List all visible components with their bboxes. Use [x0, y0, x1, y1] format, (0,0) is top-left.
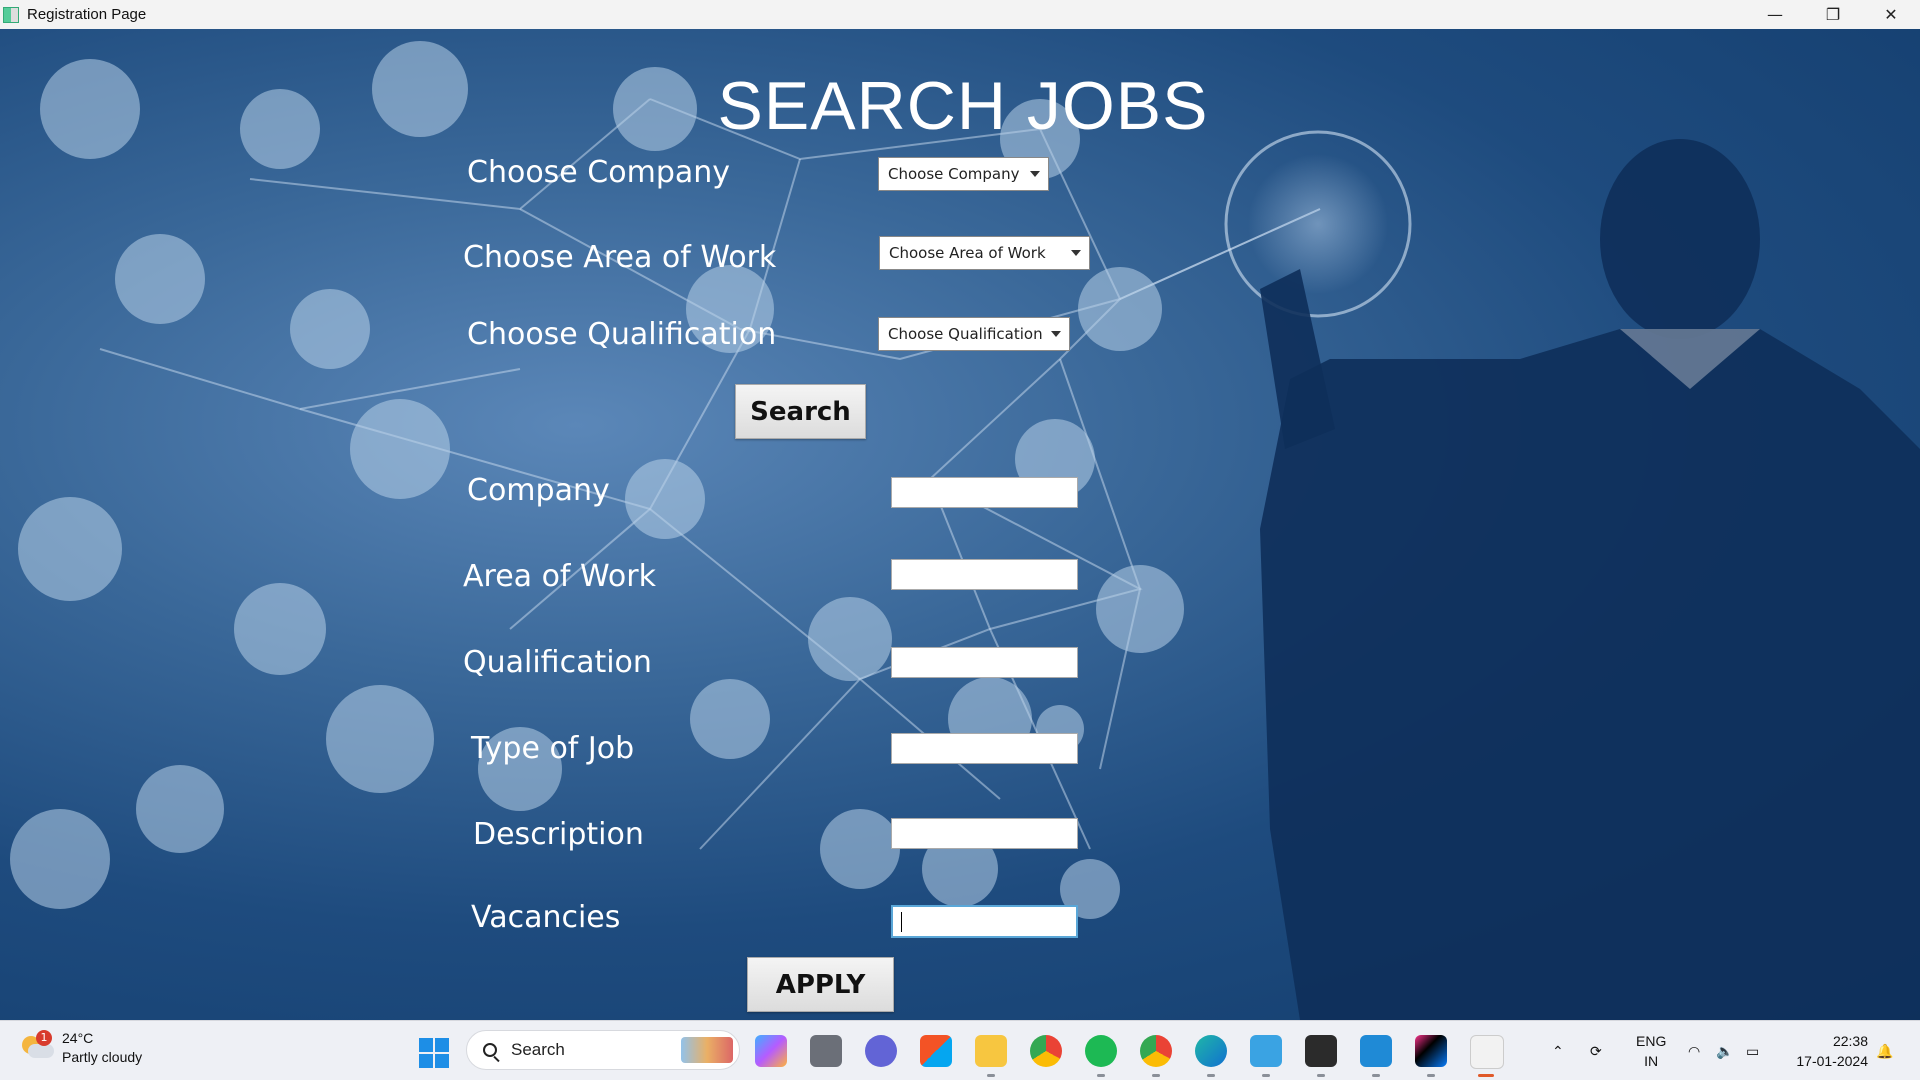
choose-company-label: Choose Company — [467, 155, 731, 190]
spotify-icon[interactable] — [1085, 1035, 1117, 1067]
apply-button[interactable]: APPLY — [747, 957, 894, 1012]
chevron-down-icon — [1030, 171, 1040, 177]
company-dropdown-value: Choose Company — [888, 165, 1020, 183]
ms-store-icon[interactable] — [920, 1035, 952, 1067]
choose-area-label: Choose Area of Work — [463, 240, 777, 275]
clock-time: 22:38 — [1832, 1033, 1868, 1049]
volume-icon[interactable]: 🔈 — [1716, 1021, 1733, 1080]
company-dropdown[interactable]: Choose Company — [878, 157, 1049, 191]
description-label: Description — [473, 817, 644, 852]
chevron-down-icon — [1051, 331, 1061, 337]
system-clock[interactable]: 22:38 17-01-2024 — [1796, 1031, 1868, 1071]
vacancies-field[interactable] — [891, 905, 1078, 938]
qualification-dropdown[interactable]: Choose Qualification — [878, 317, 1070, 351]
vacancies-label: Vacancies — [471, 900, 621, 935]
chrome-icon[interactable] — [1030, 1035, 1062, 1067]
notifications-icon[interactable]: 🔔 — [1876, 1021, 1893, 1080]
qualification-label: Qualification — [463, 645, 652, 680]
copilot-icon[interactable] — [755, 1035, 787, 1067]
search-button[interactable]: Search — [735, 384, 866, 439]
area-dropdown-value: Choose Area of Work — [889, 244, 1046, 262]
minimize-icon[interactable]: — — [1746, 0, 1804, 29]
restore-icon[interactable]: ❐ — [1804, 0, 1862, 29]
taskbar-search-box[interactable]: Search — [466, 1030, 740, 1070]
qualification-dropdown-value: Choose Qualification — [888, 325, 1043, 343]
terminal-icon[interactable] — [1305, 1035, 1337, 1067]
area-dropdown[interactable]: Choose Area of Work — [879, 236, 1090, 270]
weather-badge: 1 — [36, 1030, 52, 1046]
app-icon — [3, 6, 19, 23]
page-title: SEARCH JOBS — [717, 68, 1209, 144]
qualification-field[interactable] — [891, 647, 1078, 678]
weather-widget[interactable]: 1 24°C Partly cloudy — [22, 1029, 142, 1067]
window-controls: — ❐ ✕ — [1746, 0, 1920, 29]
type-of-job-label: Type of Job — [471, 731, 635, 766]
region-code: IN — [1644, 1053, 1659, 1069]
file-explorer-icon[interactable] — [975, 1035, 1007, 1067]
company-field[interactable] — [891, 477, 1078, 508]
language-code: ENG — [1636, 1033, 1667, 1049]
language-indicator[interactable]: ENG IN — [1636, 1031, 1666, 1071]
window-title: Registration Page — [27, 6, 147, 23]
search-highlight-icon — [681, 1037, 733, 1063]
battery-icon[interactable]: ▭ — [1746, 1021, 1759, 1080]
text-cursor — [901, 912, 902, 932]
choose-qualification-label: Choose Qualification — [467, 317, 777, 352]
close-icon[interactable]: ✕ — [1862, 0, 1920, 29]
weather-description: Partly cloudy — [62, 1049, 143, 1065]
sync-icon[interactable]: ⟳ — [1590, 1021, 1602, 1080]
intellij-icon[interactable] — [1415, 1035, 1447, 1067]
teams-chat-icon[interactable] — [865, 1035, 897, 1067]
type-of-job-field[interactable] — [891, 733, 1078, 764]
window-titlebar: Registration Page — ❐ ✕ — [0, 0, 1920, 29]
weather-icon: 1 — [22, 1030, 54, 1062]
taskbar: 1 24°C Partly cloudy Search ⌃ ⟳ ENG IN ◠… — [0, 1020, 1920, 1080]
company-label: Company — [467, 473, 610, 508]
show-hidden-icons-icon[interactable]: ⌃ — [1552, 1021, 1564, 1080]
notepad-icon[interactable] — [1250, 1035, 1282, 1067]
weather-temperature: 24°C — [62, 1030, 94, 1046]
area-of-work-label: Area of Work — [463, 559, 656, 594]
taskbar-search-placeholder: Search — [511, 1040, 565, 1059]
area-of-work-field[interactable] — [891, 559, 1078, 590]
java-app-icon[interactable] — [1470, 1035, 1504, 1069]
main-panel: SEARCH JOBS Choose Company Choose Area o… — [0, 29, 1920, 1020]
windows-start-icon[interactable] — [419, 1038, 449, 1068]
wifi-icon[interactable]: ◠ — [1688, 1021, 1700, 1080]
chevron-down-icon — [1071, 250, 1081, 256]
task-view-icon[interactable] — [810, 1035, 842, 1067]
edge-icon[interactable] — [1195, 1035, 1227, 1067]
vscode-icon[interactable] — [1360, 1035, 1392, 1067]
search-icon — [483, 1043, 497, 1057]
clock-date: 17-01-2024 — [1796, 1053, 1868, 1069]
description-field[interactable] — [891, 818, 1078, 849]
chrome-profile-icon[interactable] — [1140, 1035, 1172, 1067]
